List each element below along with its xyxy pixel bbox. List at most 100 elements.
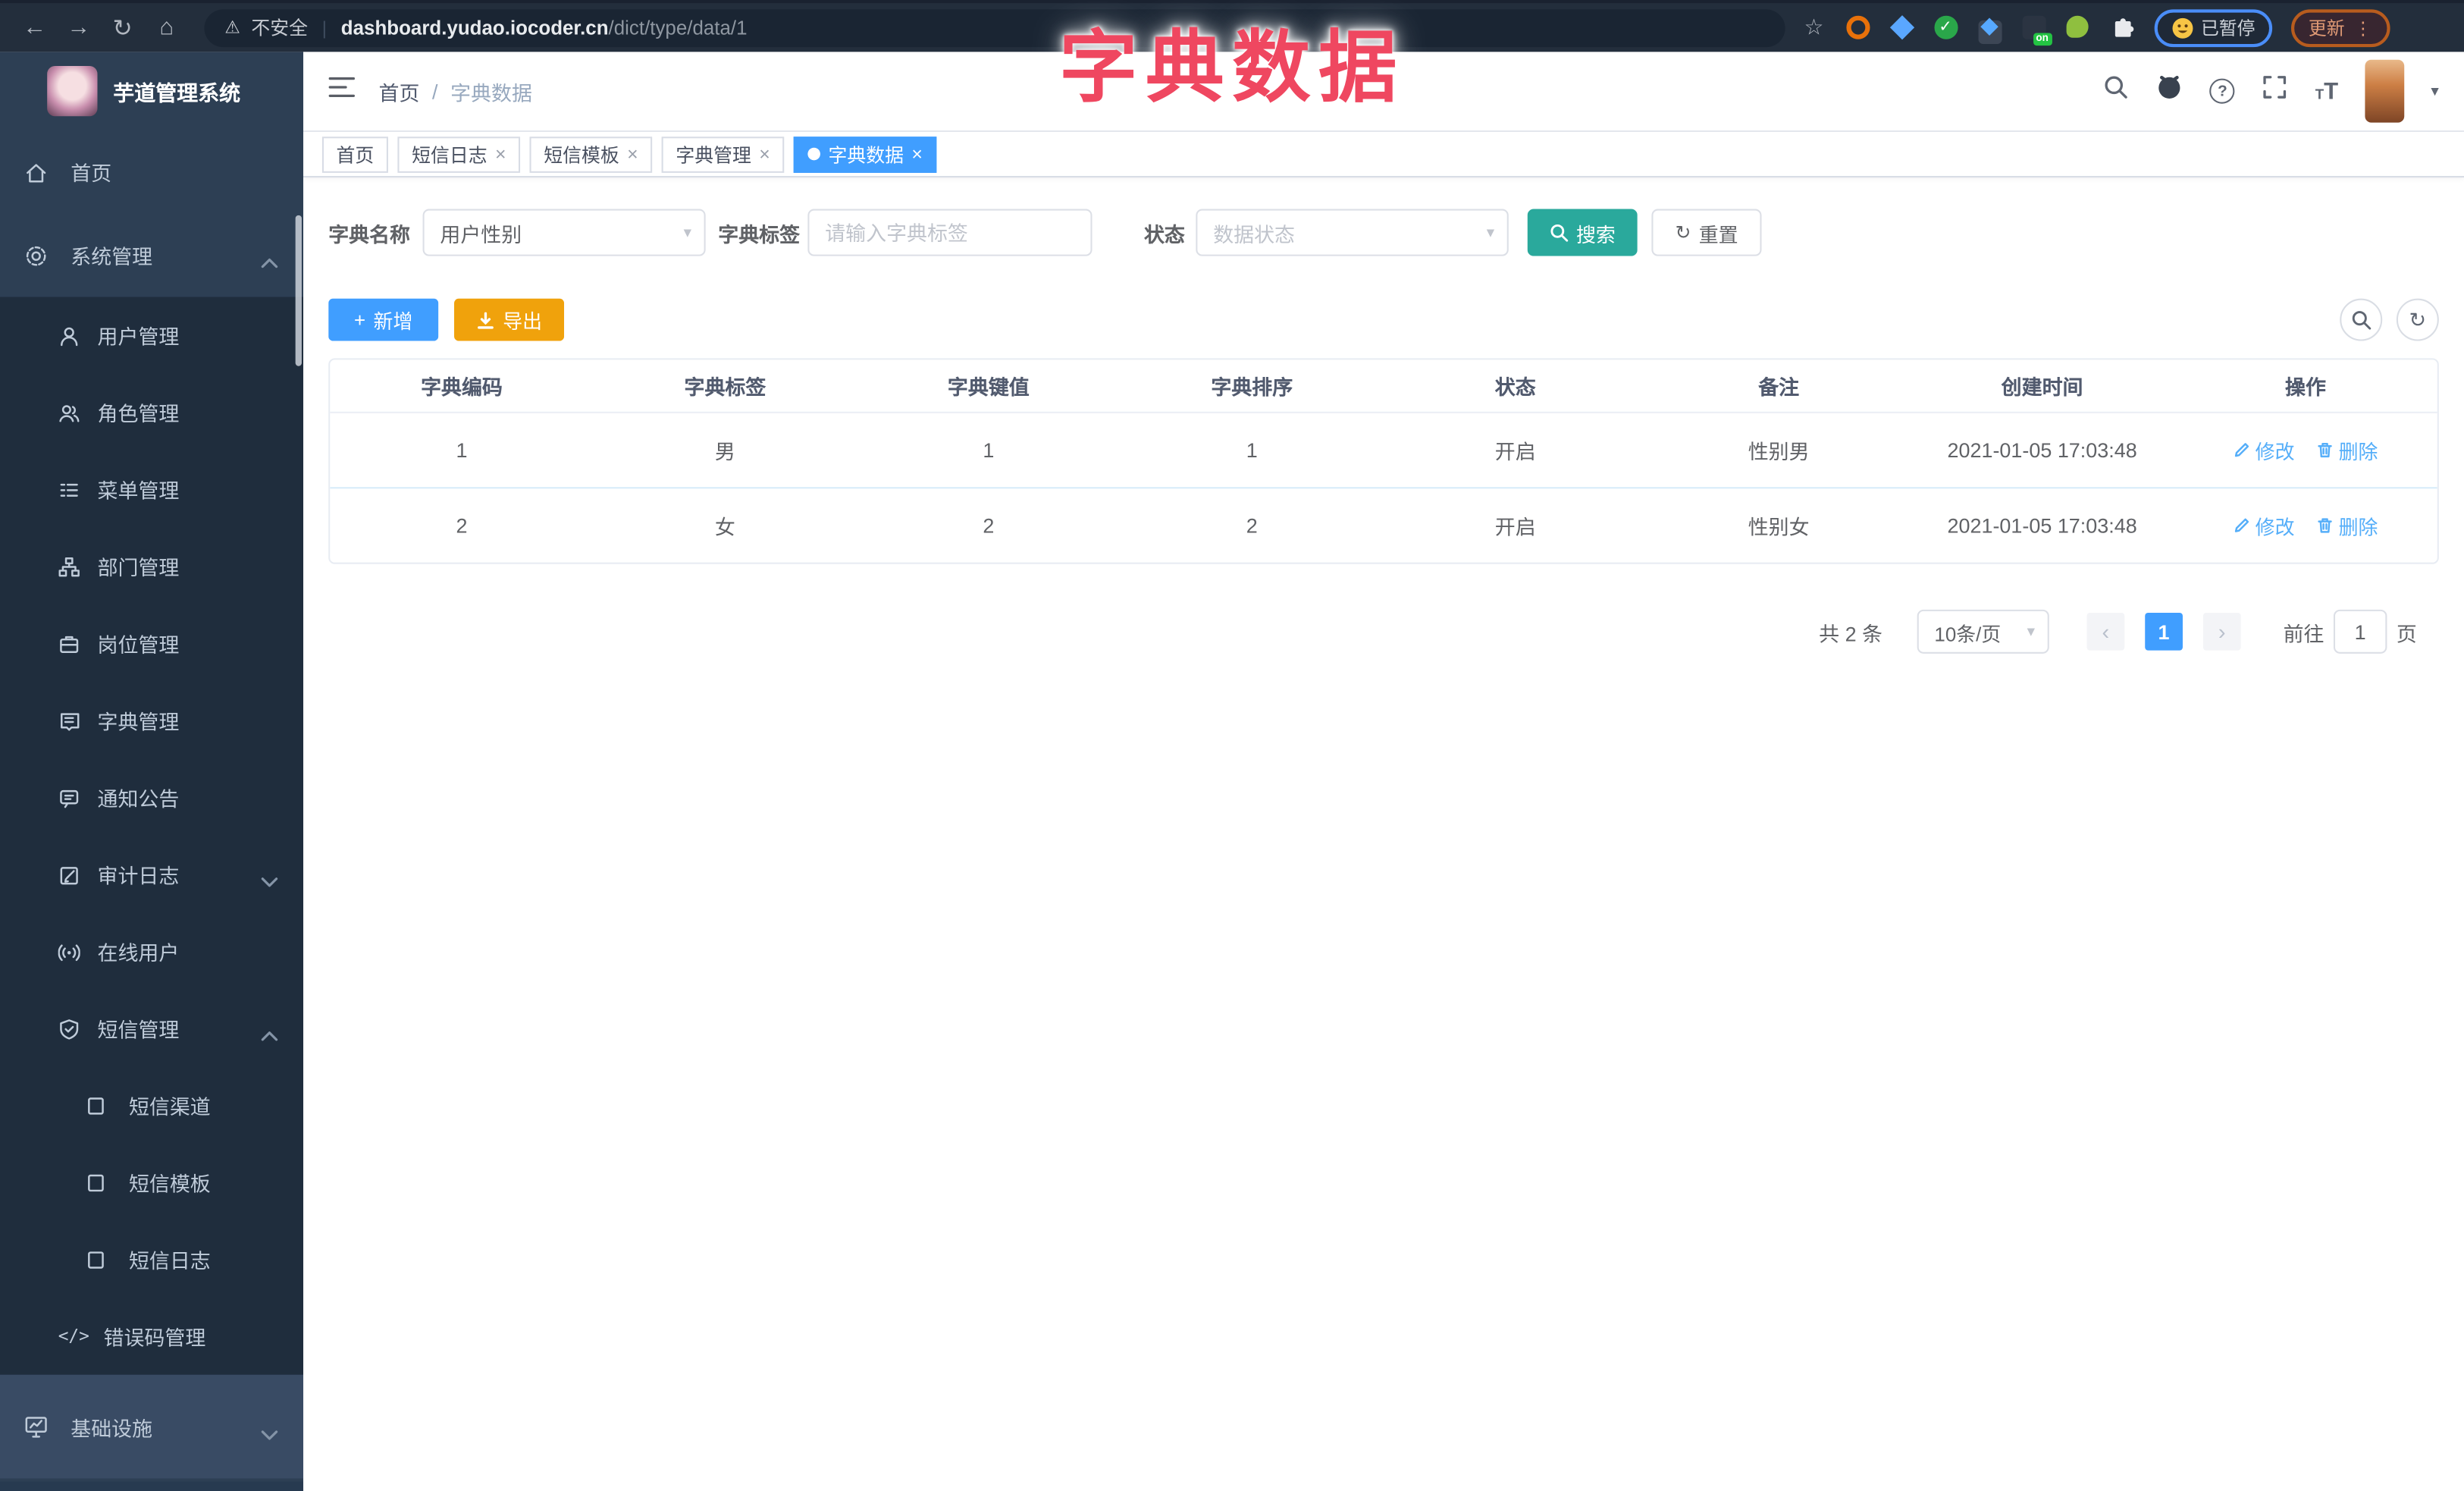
home-nav-icon[interactable]: ⌂ — [145, 14, 189, 41]
sidebar-scrollbar-thumb[interactable] — [295, 215, 302, 366]
sidebar-item-sms-channel[interactable]: 短信渠道 — [0, 1067, 303, 1144]
extension-sprout-icon[interactable] — [2065, 14, 2091, 40]
download-icon — [478, 311, 494, 328]
column-header[interactable]: 字典排序 — [1121, 371, 1384, 400]
tag-sms-template[interactable]: 短信模板 × — [529, 136, 653, 172]
dict-type-select[interactable]: 用户性别 ▾ — [422, 209, 706, 256]
sidebar-item-role-mgmt[interactable]: 角色管理 — [0, 374, 303, 451]
tag-sms-log[interactable]: 短信日志 × — [397, 136, 521, 172]
browser-update-button[interactable]: 更新 ⋮ — [2291, 8, 2390, 47]
add-button[interactable]: + 新增 — [328, 298, 439, 341]
gear-icon — [26, 245, 46, 265]
user-avatar[interactable] — [2365, 59, 2405, 123]
close-icon[interactable]: × — [627, 143, 638, 165]
hamburger-icon[interactable] — [328, 75, 356, 106]
extension-orange-icon[interactable] — [1845, 14, 1871, 40]
sidebar-item-sms-template[interactable]: 短信模板 — [0, 1144, 303, 1221]
tag-home[interactable]: 首页 — [321, 136, 388, 172]
caret-down-icon[interactable]: ▾ — [2431, 83, 2438, 100]
search-icon — [1550, 224, 1569, 242]
help-icon[interactable]: ? — [2209, 78, 2235, 104]
extension-gem-icon[interactable] — [1977, 15, 2003, 45]
update-label: 更新 — [2308, 19, 2345, 39]
kebab-menu-icon[interactable]: ⋮ — [2354, 17, 2372, 39]
close-icon[interactable]: × — [759, 143, 770, 165]
column-header[interactable]: 备注 — [1647, 371, 1910, 400]
search-button[interactable]: 搜索 — [1527, 209, 1638, 256]
forward-icon[interactable]: → — [57, 14, 101, 41]
sidebar-item-label: 菜单管理 — [97, 479, 180, 503]
sidebar-item-error-code[interactable]: </> 错误码管理 — [0, 1298, 303, 1375]
status-select[interactable]: 数据状态 ▾ — [1196, 209, 1509, 256]
sidebar-item-system-mgmt[interactable]: 系统管理 — [0, 214, 303, 297]
font-size-icon[interactable]: TT — [2315, 78, 2338, 105]
edit-link[interactable]: 修改 — [2234, 435, 2295, 465]
sidebar-item-online-users[interactable]: 在线用户 — [0, 913, 303, 990]
column-header[interactable]: 字典键值 — [857, 371, 1120, 400]
sidebar-item-sms-mgmt[interactable]: 短信管理 — [0, 990, 303, 1067]
sidebar-item-dict-mgmt[interactable]: 字典管理 — [0, 682, 303, 759]
close-icon[interactable]: × — [911, 143, 923, 165]
notice-icon — [60, 789, 79, 808]
trash-icon — [2318, 442, 2333, 458]
sidebar-item-sms-log[interactable]: 短信日志 — [0, 1221, 303, 1298]
app-title: 芋道管理系统 — [113, 81, 241, 105]
extension-on-icon[interactable]: on — [2021, 14, 2052, 46]
sidebar-item-user-mgmt[interactable]: 用户管理 — [0, 297, 303, 375]
sidebar-item-label: 基础设施 — [71, 1416, 153, 1440]
close-icon[interactable]: × — [495, 143, 506, 165]
breadcrumb-current: 字典数据 — [450, 80, 532, 105]
extension-green-check-icon[interactable]: ✓ — [1933, 14, 1959, 40]
next-page-button[interactable]: › — [2202, 612, 2241, 651]
export-button[interactable]: 导出 — [454, 298, 565, 341]
data-table: 字典编码 字典标签 字典键值 字典排序 状态 备注 创建时间 操作 1 男 1 … — [328, 358, 2439, 564]
sidebar-item-post-mgmt[interactable]: 岗位管理 — [0, 605, 303, 683]
column-header[interactable]: 操作 — [2174, 371, 2437, 400]
page-size-select[interactable]: 10条/页 ▾ — [1917, 609, 2049, 654]
sidebar-item-label: 系统管理 — [71, 245, 153, 269]
delete-link[interactable]: 删除 — [2317, 510, 2378, 540]
sidebar-bottom-strip — [0, 1481, 304, 1491]
square-icon — [88, 1251, 104, 1268]
back-icon[interactable]: ← — [13, 14, 57, 41]
dict-type-label: 字典名称 — [328, 222, 411, 246]
sidebar-item-infrastructure[interactable]: 基础设施 — [0, 1374, 304, 1479]
dict-label-input[interactable] — [807, 209, 1092, 256]
tag-dict-data[interactable]: 字典数据 × — [793, 136, 937, 172]
github-icon[interactable] — [2156, 74, 2183, 108]
sidebar-item-menu-mgmt[interactable]: 菜单管理 — [0, 451, 303, 529]
delete-link[interactable]: 删除 — [2317, 435, 2378, 465]
address-bar[interactable]: ⚠ 不安全 | dashboard.yudao.iocoder.cn /dict… — [204, 8, 1785, 47]
app-logo-row[interactable]: 芋道管理系统 — [0, 52, 303, 130]
tag-dict-mgmt[interactable]: 字典管理 × — [661, 136, 785, 172]
column-header[interactable]: 字典标签 — [594, 371, 857, 400]
cell-dict-label: 男 — [714, 440, 735, 464]
column-header[interactable]: 状态 — [1384, 371, 1647, 400]
paused-extension-pill[interactable]: 已暂停 — [2153, 8, 2273, 47]
edit-link[interactable]: 修改 — [2234, 510, 2295, 540]
column-header[interactable]: 创建时间 — [1911, 371, 2174, 400]
reload-icon[interactable]: ↻ — [101, 14, 145, 42]
table-row[interactable]: 1 男 1 1 开启 性别男 2021-01-05 17:03:48 修改 删除 — [330, 411, 2437, 487]
extensions-puzzle-icon[interactable] — [2110, 15, 2135, 40]
sidebar-item-dept-mgmt[interactable]: 部门管理 — [0, 528, 303, 605]
table-row[interactable]: 2 女 2 2 开启 性别女 2021-01-05 17:03:48 修改 删除 — [330, 487, 2437, 562]
prev-page-button[interactable]: ‹ — [2086, 612, 2125, 651]
toggle-search-button[interactable] — [2340, 298, 2383, 341]
refresh-table-button[interactable]: ↻ — [2396, 298, 2439, 341]
current-page-button[interactable]: 1 — [2145, 612, 2183, 651]
extension-blue-icon[interactable] — [1889, 14, 1915, 40]
breadcrumb-home[interactable]: 首页 — [379, 76, 420, 105]
sidebar-item-audit-log[interactable]: 审计日志 — [0, 836, 303, 913]
fullscreen-icon[interactable] — [2262, 74, 2288, 108]
goto-page-input[interactable] — [2333, 609, 2387, 654]
extension-icons: ✓ on — [1845, 14, 2135, 46]
search-icon[interactable] — [2103, 74, 2130, 108]
screen: ← → ↻ ⌂ ⚠ 不安全 | dashboard.yudao.iocoder.… — [0, 0, 2464, 1491]
sidebar-item-home[interactable]: 首页 — [0, 130, 303, 214]
bookmark-star-icon[interactable]: ☆ — [1804, 14, 1823, 41]
sidebar-item-notice[interactable]: 通知公告 — [0, 759, 303, 837]
reset-button[interactable]: ↻ 重置 — [1651, 209, 1762, 256]
column-header[interactable]: 字典编码 — [330, 371, 593, 400]
emoji-face-icon — [2171, 17, 2193, 38]
